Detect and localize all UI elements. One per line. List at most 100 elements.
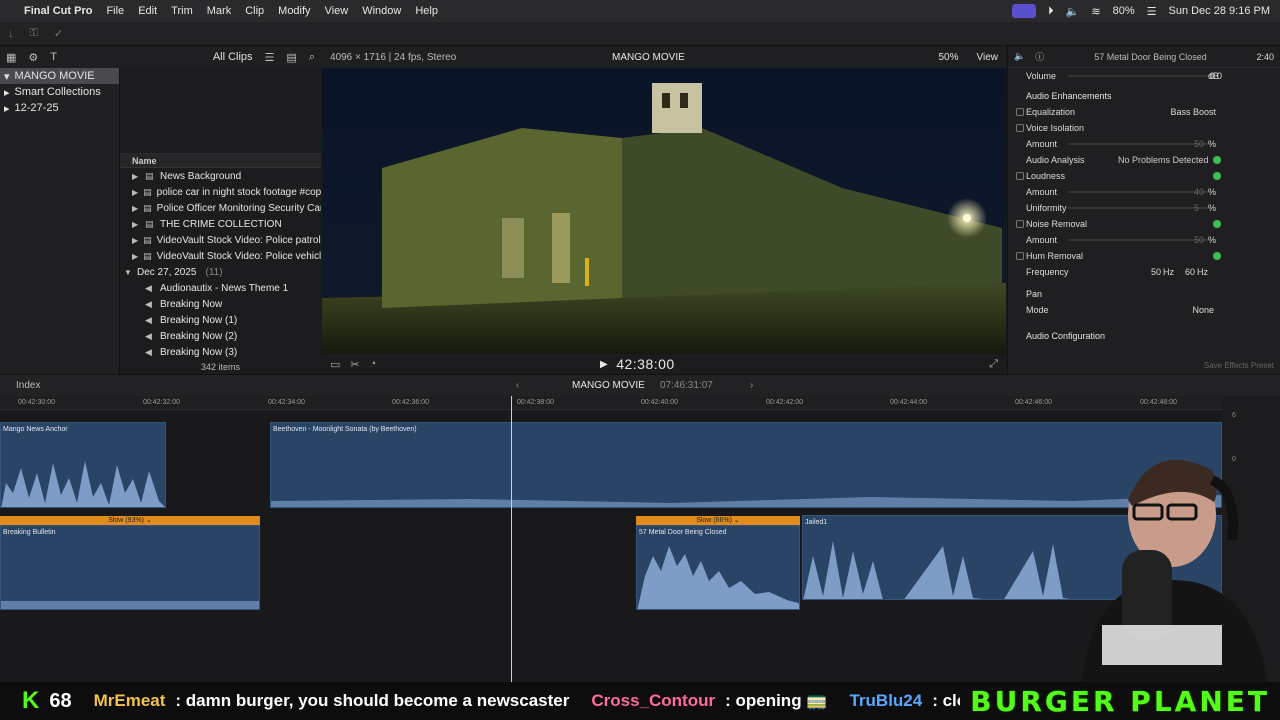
- date-group[interactable]: ▼ Dec 27, 2025 (11): [120, 264, 321, 280]
- record-status-icon[interactable]: [1012, 4, 1037, 18]
- all-clips-dropdown[interactable]: All Clips: [213, 51, 253, 63]
- menu-edit[interactable]: Edit: [138, 5, 157, 17]
- amount-value[interactable]: 50: [1194, 235, 1204, 245]
- audio-clip[interactable]: 57 Metal Door Being Closed: [636, 525, 800, 610]
- speed-icon[interactable]: ◔: [370, 358, 377, 370]
- loudness-checkbox[interactable]: [1016, 172, 1024, 180]
- list-item[interactable]: ▶ ▤ VideoVault Stock Video: Police patrol …: [120, 232, 321, 248]
- uniformity-value[interactable]: 5: [1194, 203, 1199, 213]
- library-item[interactable]: ▸ 12-27-25: [0, 100, 119, 116]
- list-view-icon[interactable]: ☰: [265, 51, 275, 64]
- view-dropdown[interactable]: View: [977, 52, 999, 63]
- menu-window[interactable]: Window: [362, 5, 401, 17]
- menu-view[interactable]: View: [325, 5, 349, 17]
- uniformity-slider[interactable]: [1068, 207, 1208, 209]
- trim-tool-icon[interactable]: ✂: [350, 358, 359, 371]
- forward-arrow-icon[interactable]: ›: [750, 380, 753, 391]
- menu-mark[interactable]: Mark: [207, 5, 231, 17]
- amount-slider[interactable]: [1068, 143, 1208, 145]
- menu-file[interactable]: File: [106, 5, 124, 17]
- audio-clip[interactable]: Breaking Bulletin: [0, 525, 260, 610]
- viewer-toolbar: 4096 × 1716 | 24 fps, Stereo MANGO MOVIE…: [322, 46, 1006, 68]
- play-circle-icon[interactable]: ⏵: [1048, 5, 1054, 18]
- disclosure-icon[interactable]: ▶: [132, 204, 138, 213]
- list-item[interactable]: ▶ ▤ News Background: [120, 168, 321, 184]
- volume-tab-icon[interactable]: 🔈: [1014, 51, 1025, 62]
- timeline-ruler[interactable]: 00:42:30:00 00:42:32:00 00:42:34:00 00:4…: [0, 396, 1222, 410]
- equalization-dropdown[interactable]: Bass Boost: [1170, 107, 1216, 117]
- filmstrip-icon[interactable]: ▤: [286, 51, 296, 64]
- transform-icon[interactable]: ▭: [330, 358, 340, 371]
- zoom-dropdown[interactable]: 50%: [938, 52, 958, 63]
- list-item[interactable]: ◀ Breaking Now: [120, 296, 321, 312]
- check-icon[interactable]: ✓: [54, 27, 63, 40]
- app-menu[interactable]: Final Cut Pro: [24, 5, 92, 17]
- back-arrow-icon[interactable]: ‹: [516, 380, 519, 391]
- volume-icon[interactable]: 🔈: [1066, 5, 1080, 18]
- voice-isolation-checkbox[interactable]: [1016, 124, 1024, 132]
- list-item[interactable]: ◀ Breaking Now (2): [120, 328, 321, 344]
- noise-removal-checkbox[interactable]: [1016, 220, 1024, 228]
- fullscreen-icon[interactable]: ⤢: [989, 358, 998, 371]
- libraries-icon[interactable]: ▦: [6, 51, 16, 64]
- list-item[interactable]: ◀ Breaking Now (3): [120, 344, 321, 360]
- frequency-50[interactable]: 50: [1151, 267, 1161, 277]
- disclosure-icon[interactable]: ▸: [4, 86, 10, 99]
- menu-help[interactable]: Help: [415, 5, 438, 17]
- disclosure-icon[interactable]: ▶: [132, 252, 138, 261]
- audio-icon: ◀: [145, 346, 152, 357]
- disclosure-icon[interactable]: ▼: [124, 268, 132, 277]
- playhead[interactable]: [511, 396, 512, 682]
- list-item[interactable]: ▶ ▤ THE CRIME COLLECTION: [120, 216, 321, 232]
- retime-bar[interactable]: Slow (66%) ⌄: [636, 516, 800, 525]
- list-item[interactable]: ◀ Breaking Now (1): [120, 312, 321, 328]
- photos-icon[interactable]: ⚙: [28, 51, 38, 64]
- audio-enhancements-header[interactable]: Audio Enhancements: [1008, 88, 1280, 104]
- menu-trim[interactable]: Trim: [171, 5, 193, 17]
- menu-modify[interactable]: Modify: [278, 5, 310, 17]
- wifi-icon[interactable]: ≋: [1091, 5, 1100, 18]
- disclosure-icon[interactable]: ▾: [4, 70, 10, 83]
- search-icon[interactable]: ⌕: [309, 51, 315, 64]
- amount-slider[interactable]: [1068, 191, 1208, 193]
- menu-clip[interactable]: Clip: [245, 5, 264, 17]
- pan-header[interactable]: Pan: [1008, 286, 1280, 302]
- library-item[interactable]: ▾ MANGO MOVIE: [0, 68, 119, 84]
- hum-removal-checkbox[interactable]: [1016, 252, 1024, 260]
- battery-label[interactable]: 80%: [1113, 5, 1135, 17]
- equalization-checkbox[interactable]: [1016, 108, 1024, 116]
- list-item[interactable]: ▶ ▤ Police Officer Monitoring Security Cam…: [120, 200, 321, 216]
- clock[interactable]: Sun Dec 28 9:16 PM: [1168, 5, 1270, 17]
- timeline[interactable]: Mango News Anchor Beethoven - Moonlight …: [0, 410, 1222, 682]
- index-button[interactable]: Index: [16, 380, 40, 391]
- project-name[interactable]: MANGO MOVIE: [572, 380, 645, 391]
- library-item[interactable]: ▸ Smart Collections: [0, 84, 119, 100]
- control-center-icon[interactable]: ☰: [1147, 5, 1157, 18]
- import-icon[interactable]: ↓: [8, 28, 14, 40]
- list-item[interactable]: ▶ ▤ VideoVault Stock Video: Police vehicle…: [120, 248, 321, 264]
- play-button[interactable]: ▶: [600, 359, 608, 370]
- audio-clip[interactable]: Mango News Anchor: [0, 422, 166, 508]
- info-tab-icon[interactable]: ⓘ: [1035, 50, 1044, 63]
- video-viewer[interactable]: [322, 68, 1006, 354]
- frequency-60[interactable]: 60: [1185, 267, 1195, 277]
- disclosure-icon[interactable]: ▸: [4, 102, 10, 115]
- disclosure-icon[interactable]: ▶: [132, 172, 140, 181]
- disclosure-icon[interactable]: ▶: [132, 236, 138, 245]
- list-item[interactable]: ▶ ▤ police car in night stock footage #cop…: [120, 184, 321, 200]
- retime-bar[interactable]: Slow (93%) ⌄: [0, 516, 260, 525]
- audio-config-header[interactable]: Audio Configuration: [1008, 328, 1280, 344]
- column-header-name[interactable]: Name: [120, 154, 321, 168]
- amount-value[interactable]: 40: [1194, 187, 1204, 197]
- disclosure-icon[interactable]: ▶: [132, 188, 138, 197]
- key-icon[interactable]: ⚿: [30, 27, 38, 40]
- volume-slider[interactable]: [1068, 75, 1208, 77]
- disclosure-icon[interactable]: ▶: [132, 220, 140, 229]
- amount-value[interactable]: 50: [1194, 139, 1204, 149]
- amount-slider[interactable]: [1068, 239, 1208, 241]
- titles-icon[interactable]: T: [50, 51, 57, 63]
- timecode-display[interactable]: 42:38:00: [616, 356, 675, 372]
- save-effects-preset-button[interactable]: Save Effects Preset: [1204, 361, 1274, 370]
- list-item[interactable]: ◀ Audionautix - News Theme 1: [120, 280, 321, 296]
- pan-mode-dropdown[interactable]: None: [1192, 305, 1214, 315]
